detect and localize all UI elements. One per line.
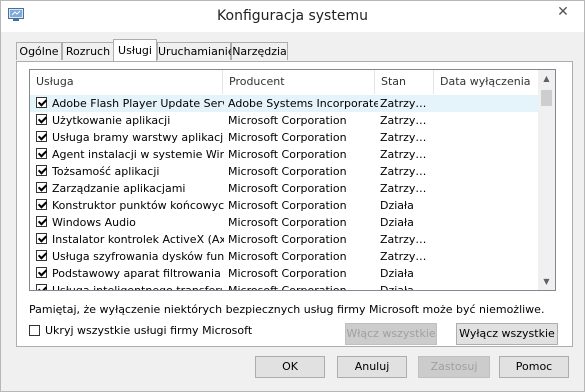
service-status: Zatrzy…	[380, 131, 427, 144]
service-status: Zatrzy…	[380, 233, 427, 246]
system-configuration-window: Konfiguracja systemu ✕ Ogólne Rozruch Us…	[0, 0, 585, 392]
service-manufacturer: Microsoft Corporation	[228, 199, 347, 212]
microsoft-services-note: Pamiętaj, że wyłączenie niektórych bezpi…	[29, 303, 545, 316]
services-rows: Adobe Flash Player Update Service Adobe S…	[30, 95, 540, 291]
service-manufacturer: Microsoft Corporation	[228, 148, 347, 161]
help-button[interactable]: Pomoc	[499, 356, 569, 378]
service-checkbox[interactable]	[36, 199, 47, 210]
service-status: Działa	[380, 216, 414, 229]
service-checkbox[interactable]	[36, 233, 47, 244]
disable-all-button[interactable]: Wyłącz wszystkie	[456, 323, 558, 345]
table-row[interactable]: Instalator kontrolek ActiveX (Ax… Microso…	[30, 231, 540, 248]
service-manufacturer: Microsoft Corporation	[228, 267, 347, 280]
service-name: Agent instalacji w systemie Wind…	[52, 148, 224, 161]
service-name: Zarządzanie aplikacjami	[52, 182, 186, 195]
table-row[interactable]: Podstawowy aparat filtrowania Microsoft C…	[30, 265, 540, 282]
service-status: Działa	[380, 284, 414, 291]
service-manufacturer: Microsoft Corporation	[228, 233, 347, 246]
service-manufacturer: Adobe Systems Incorporated	[228, 97, 378, 110]
table-row[interactable]: Agent instalacji w systemie Wind… Microso…	[30, 146, 540, 163]
service-checkbox[interactable]	[36, 182, 47, 193]
apply-button[interactable]: Zastosuj	[418, 356, 490, 378]
column-header-manufacturer[interactable]: Producent	[223, 70, 375, 94]
enable-all-button[interactable]: Włącz wszystkie	[345, 323, 437, 345]
service-checkbox[interactable]	[36, 216, 47, 227]
scroll-up-icon[interactable]: ▲	[538, 70, 555, 87]
service-checkbox[interactable]	[36, 284, 47, 290]
service-manufacturer: Microsoft Corporation	[228, 284, 347, 291]
list-header: Usługa Producent Stan Data wyłączenia	[30, 70, 540, 94]
title-bar: Konfiguracja systemu ✕	[1, 1, 584, 32]
column-header-service[interactable]: Usługa	[30, 70, 223, 94]
services-panel: Usługa Producent Stan Data wyłączenia Ad…	[16, 61, 573, 347]
vertical-scrollbar[interactable]: ▲ ▼	[538, 70, 555, 290]
ok-button[interactable]: OK	[255, 356, 325, 378]
window-title: Konfiguracja systemu	[217, 8, 368, 24]
service-checkbox[interactable]	[36, 165, 47, 176]
service-manufacturer: Microsoft Corporation	[228, 182, 347, 195]
scroll-down-icon[interactable]: ▼	[538, 273, 555, 290]
table-row[interactable]: Adobe Flash Player Update Service Adobe S…	[30, 95, 540, 112]
service-status: Zatrzy…	[380, 97, 427, 110]
service-name: Instalator kontrolek ActiveX (Ax…	[52, 233, 224, 246]
service-name: Podstawowy aparat filtrowania	[52, 267, 221, 280]
column-header-status[interactable]: Stan	[375, 70, 434, 94]
service-name: Adobe Flash Player Update Service	[52, 97, 224, 110]
service-name: Użytkowanie aplikacji	[52, 114, 171, 127]
service-status: Zatrzy…	[380, 165, 427, 178]
service-checkbox[interactable]	[36, 114, 47, 125]
hide-microsoft-services-label: Ukryj wszystkie usługi firmy Microsoft	[45, 324, 253, 337]
tab-boot[interactable]: Rozruch	[62, 42, 114, 60]
cancel-button[interactable]: Anuluj	[337, 356, 407, 378]
table-row[interactable]: Windows Audio Microsoft Corporation Działa	[30, 214, 540, 231]
table-row[interactable]: Użytkowanie aplikacji Microsoft Corporati…	[30, 112, 540, 129]
service-checkbox[interactable]	[36, 267, 47, 278]
service-manufacturer: Microsoft Corporation	[228, 216, 347, 229]
service-name: Usługa szyfrowania dysków fun…	[52, 250, 224, 263]
service-status: Zatrzy…	[380, 182, 427, 195]
service-status: Działa	[380, 267, 414, 280]
service-manufacturer: Microsoft Corporation	[228, 114, 347, 127]
service-status: Zatrzy…	[380, 114, 427, 127]
table-row[interactable]: Usługa bramy warstwy aplikacji Microsoft …	[30, 129, 540, 146]
scrollbar-thumb[interactable]	[541, 90, 552, 106]
service-manufacturer: Microsoft Corporation	[228, 165, 347, 178]
service-status: Zatrzy…	[380, 250, 427, 263]
service-checkbox[interactable]	[36, 148, 47, 159]
service-status: Zatrzy…	[380, 148, 427, 161]
service-name: Tożsamość aplikacji	[52, 165, 160, 178]
table-row[interactable]: Usługa inteligentnego transferu… Microsof…	[30, 282, 540, 291]
service-status: Działa	[380, 199, 414, 212]
services-list[interactable]: Usługa Producent Stan Data wyłączenia Ad…	[29, 69, 556, 291]
table-row[interactable]: Tożsamość aplikacji Microsoft Corporation…	[30, 163, 540, 180]
table-row[interactable]: Zarządzanie aplikacjami Microsoft Corpora…	[30, 180, 540, 197]
service-name: Usługa inteligentnego transferu…	[52, 284, 224, 291]
tab-startup[interactable]: Uruchamianie	[157, 42, 235, 60]
service-checkbox[interactable]	[36, 250, 47, 261]
service-name: Windows Audio	[52, 216, 136, 229]
table-row[interactable]: Usługa szyfrowania dysków fun… Microsoft …	[30, 248, 540, 265]
tab-services[interactable]: Usługi	[113, 39, 157, 61]
column-header-date-disabled[interactable]: Data wyłączenia	[434, 70, 534, 94]
tab-general[interactable]: Ogólne	[16, 42, 62, 60]
service-manufacturer: Microsoft Corporation	[228, 131, 347, 144]
service-checkbox[interactable]	[36, 131, 47, 142]
hide-microsoft-services-checkbox[interactable]	[29, 325, 40, 336]
service-checkbox[interactable]	[36, 97, 47, 108]
service-name: Konstruktor punktów końcowych…	[52, 199, 224, 212]
tab-tools[interactable]: Narzędzia	[231, 42, 288, 60]
service-name: Usługa bramy warstwy aplikacji	[52, 131, 224, 144]
close-icon[interactable]: ✕	[548, 2, 578, 22]
table-row[interactable]: Konstruktor punktów końcowych… Microsoft …	[30, 197, 540, 214]
service-manufacturer: Microsoft Corporation	[228, 250, 347, 263]
